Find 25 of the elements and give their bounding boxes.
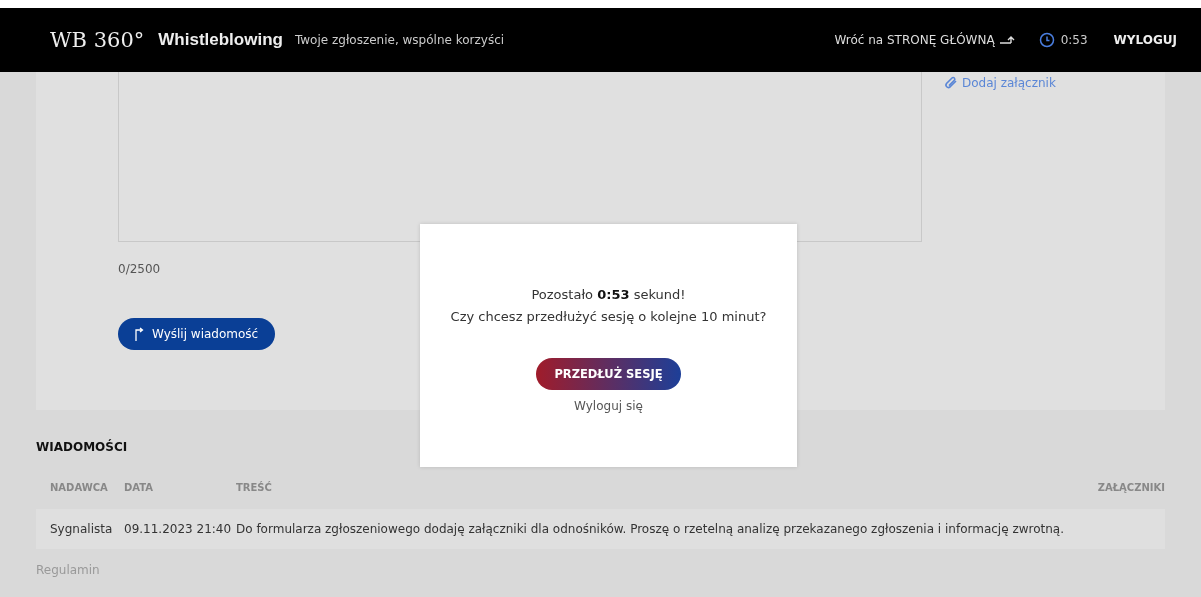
- logo: WB 360°: [49, 28, 146, 52]
- session-timer: 0:53: [1060, 33, 1088, 47]
- table-cell-text: 09.11.2023 21:40: [124, 522, 233, 536]
- extend-question: Czy chcesz przedłużyć sesję o kolejne 10 minut?: [450, 309, 767, 324]
- paperclip-icon: [944, 76, 958, 90]
- table-cell-text: Do formularza zgłoszeniowego dodaję załączniki dla odnośników. Proszę o rzetelną analizę przekazanego zgłoszenia i informację zwrotną.: [236, 522, 1065, 536]
- column-header: TREŚĆ: [236, 480, 273, 495]
- logout-link[interactable]: Wyloguj się: [574, 399, 643, 413]
- arrow-icon: [998, 35, 1017, 45]
- messages-heading: WIADOMOŚCI: [36, 440, 129, 454]
- message-field[interactable]: [118, 72, 922, 242]
- clock-icon: [1038, 32, 1055, 48]
- column-header: ZAŁĄCZNIKI: [1097, 481, 1165, 495]
- character-count: 0/2500: [118, 262, 162, 276]
- remaining-time-text: Pozostało 0:53 sekund!: [531, 287, 686, 302]
- arrow-icon: [135, 327, 144, 341]
- brand-name: Whistleblowing: [158, 30, 283, 50]
- table-cell-text: Sygnalista: [49, 522, 114, 536]
- logout-link[interactable]: WYLOGUJ: [1113, 33, 1177, 47]
- send-message-button[interactable]: Wyślij wiadomość: [118, 318, 276, 350]
- column-header: NADAWCA: [49, 481, 109, 495]
- column-header: DATA: [124, 481, 155, 495]
- home-link[interactable]: Wróć na STRONĘ GŁÓWNĄ: [834, 33, 1017, 47]
- extend-session-button[interactable]: PRZEDŁUŻ SESJĘ: [536, 358, 681, 390]
- tagline: Twoje zgłoszenie, wspólne korzyści: [294, 33, 505, 47]
